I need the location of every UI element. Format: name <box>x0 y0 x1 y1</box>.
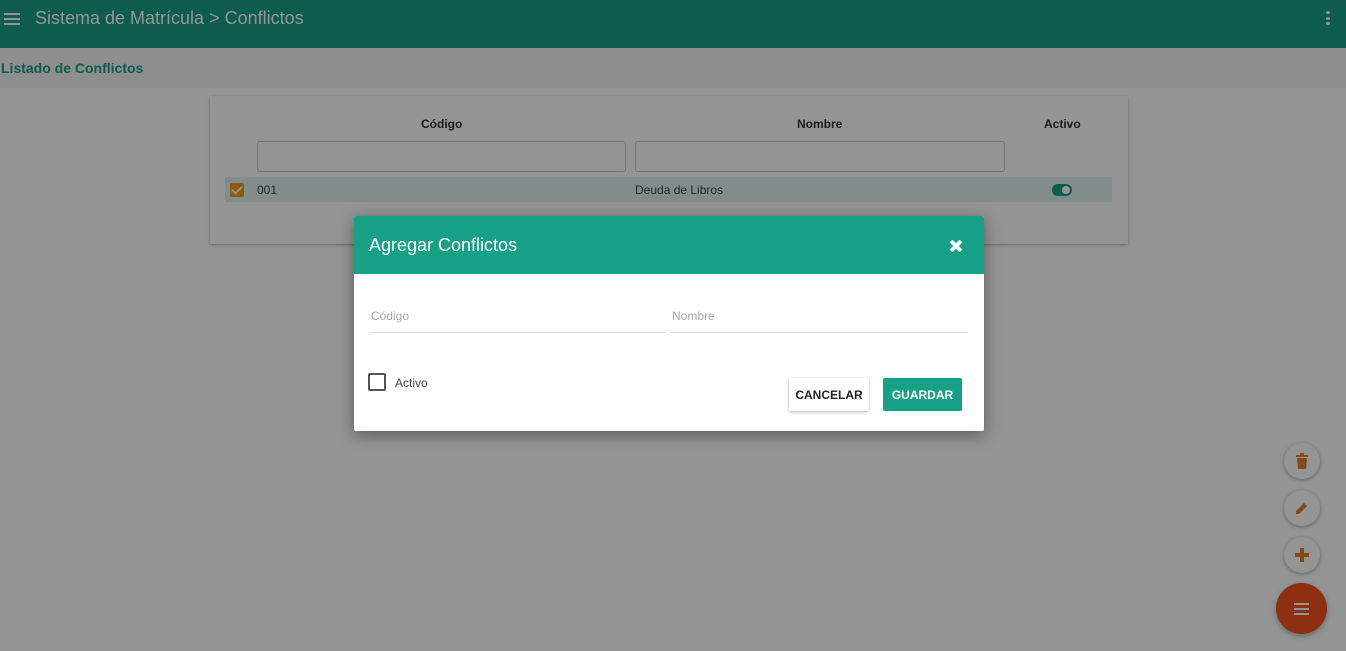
dialog-header: Agregar Conflictos <box>354 216 984 274</box>
activo-checkbox[interactable] <box>368 373 386 391</box>
codigo-input[interactable] <box>369 300 666 332</box>
dialog-title: Agregar Conflictos <box>369 235 518 255</box>
nombre-field <box>670 300 968 333</box>
save-button[interactable]: GUARDAR <box>883 378 962 411</box>
add-conflict-dialog: Agregar Conflictos Activo CANCELAR GUARD… <box>354 216 984 431</box>
cancel-button[interactable]: CANCELAR <box>789 378 869 411</box>
codigo-field <box>369 300 666 333</box>
activo-label[interactable]: Activo <box>395 376 428 390</box>
close-icon[interactable] <box>948 238 964 254</box>
nombre-input[interactable] <box>670 300 968 332</box>
